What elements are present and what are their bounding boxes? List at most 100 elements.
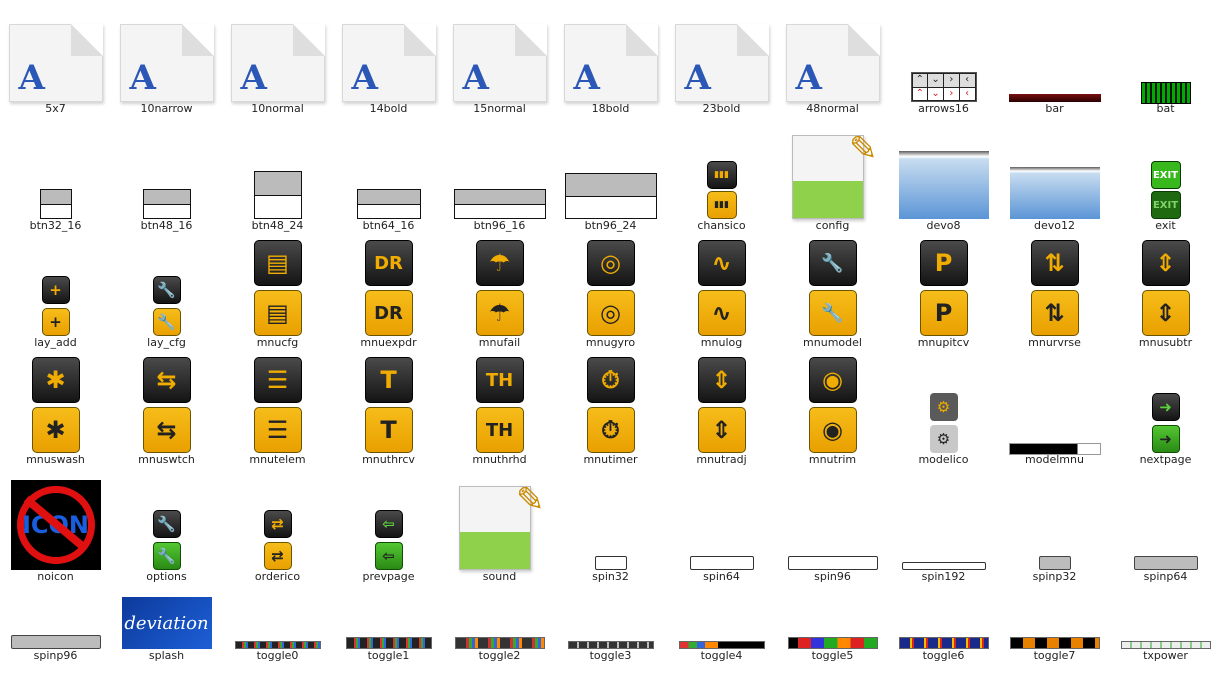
file-name-label: arrows16 <box>918 102 969 115</box>
mnuexpdr-icon: DR <box>374 302 403 324</box>
exit-icon: EXIT <box>1152 169 1179 181</box>
mnucfg-icon: ▤ <box>266 299 289 327</box>
file-name-label: orderico <box>254 570 301 583</box>
mnulog-icon: ∿ <box>711 299 732 327</box>
spin192-icon <box>901 562 986 570</box>
mnuthrhd-icon: TH <box>485 419 514 441</box>
nextpage-icon: ➜ <box>1159 398 1172 416</box>
mnutrim-icon: ◉ ◉ <box>808 357 857 453</box>
mnufail-icon: ☂ ☂ <box>475 240 524 336</box>
lay_add-icon: + <box>49 281 62 299</box>
lay_add-icon: + <box>49 313 62 331</box>
toggle4-icon <box>678 641 765 649</box>
spin96-icon <box>787 556 878 570</box>
file-name-label: toggle1 <box>367 649 410 662</box>
file-name-label: spin192 <box>921 570 966 583</box>
mnuswtch-icon: ⇆ <box>156 366 177 394</box>
file-name-label: lay_cfg <box>147 336 186 349</box>
spinp32-icon <box>1038 556 1071 570</box>
mnutradj-icon: ⇕ ⇕ <box>697 357 746 453</box>
file-name-label: 14bold <box>369 102 408 115</box>
notepad-icon: ✎ <box>516 480 545 520</box>
splash-logo: deviation <box>124 612 209 634</box>
options-icon: 🔧 <box>157 515 176 533</box>
arrow-icon: ‹ <box>959 87 975 100</box>
file-name-label: mnutrim <box>808 453 857 466</box>
modelico-icon: ⚙ ⚙ <box>929 393 958 453</box>
spin64-icon <box>689 556 754 570</box>
mnufail-icon: ☂ <box>488 299 511 327</box>
file-name-label: mnusubtr <box>1138 336 1193 349</box>
exit-icon: EXIT <box>1152 199 1179 211</box>
nextpage-icon: ➜ ➜ <box>1151 393 1180 453</box>
file-name-label: exit <box>1155 219 1176 232</box>
mnugyro-icon: ◎ ◎ <box>586 240 635 336</box>
mnuswtch-icon: ⇆ ⇆ <box>142 357 191 453</box>
file-name-label: 23bold <box>702 102 741 115</box>
file-name-label: mnulog <box>700 336 743 349</box>
mnugyro-icon: ◎ <box>600 299 621 327</box>
48normal-icon: A <box>785 24 880 102</box>
arrow-icon: ⌄ <box>928 87 943 100</box>
orderico-icon: ⇄ <box>271 515 284 533</box>
btn96_24-icon <box>564 173 657 219</box>
file-name-label: toggle2 <box>478 649 521 662</box>
arrow-icon: › <box>944 74 959 87</box>
noicon-icon: ICON <box>10 480 101 570</box>
prevpage-icon: ⇦ <box>382 515 395 533</box>
mnuthrhd-icon: TH TH <box>475 357 524 453</box>
mnulog-icon: ∿ <box>711 249 732 277</box>
file-name-label: spinp64 <box>1143 570 1188 583</box>
file-name-label: chansico <box>697 219 746 232</box>
file-name-label: lay_add <box>34 336 77 349</box>
file-name-label: btn48_24 <box>251 219 304 232</box>
devo8-icon <box>898 151 989 219</box>
toggle3-icon <box>567 641 654 649</box>
10normal-icon: A <box>230 24 325 102</box>
spinp96-icon <box>10 635 101 649</box>
font-letter-glyph: A <box>351 58 378 98</box>
bar-icon <box>1008 94 1101 102</box>
toggle1-icon <box>345 637 432 649</box>
prevpage-icon: ⇦ ⇦ <box>374 510 403 570</box>
file-name-label: mnuthrhd <box>472 453 527 466</box>
file-name-label: btn96_16 <box>473 219 526 232</box>
nextpage-icon: ➜ <box>1159 430 1172 448</box>
spinp64-icon <box>1133 556 1198 570</box>
file-name-label: options <box>146 570 187 583</box>
toggle7-icon <box>1009 637 1100 649</box>
mnutelem-icon: ☰ <box>266 366 289 394</box>
23bold-icon: A <box>674 24 769 102</box>
file-name-label: bar <box>1045 102 1064 115</box>
mnutelem-icon: ☰ <box>266 416 289 444</box>
modelico-icon: ⚙ <box>936 398 951 416</box>
options-icon: 🔧 🔧 <box>152 510 181 570</box>
mnuswtch-icon: ⇆ <box>156 416 177 444</box>
file-name-label: mnupitcv <box>917 336 970 349</box>
btn48_24-icon <box>253 171 302 219</box>
toggle0-icon <box>234 641 321 649</box>
mnulog-icon: ∿ ∿ <box>697 240 746 336</box>
toggle5-icon <box>787 637 878 649</box>
file-name-label: nextpage <box>1139 453 1192 466</box>
notepad-icon: ✎ <box>849 129 878 169</box>
file-name-label: config <box>815 219 850 232</box>
file-name-label: toggle3 <box>589 649 632 662</box>
font-letter-glyph: A <box>462 58 489 98</box>
mnutelem-icon: ☰ ☰ <box>253 357 302 453</box>
file-name-label: mnuswtch <box>138 453 195 466</box>
lay_cfg-icon: 🔧 <box>157 281 176 299</box>
font-letter-glyph: A <box>240 58 267 98</box>
mnuswash-icon: ✱ ✱ <box>31 357 80 453</box>
file-name-label: 5x7 <box>45 102 66 115</box>
exit-icon: EXIT EXIT <box>1150 161 1181 219</box>
file-name-label: modelico <box>918 453 969 466</box>
btn96_16-icon <box>453 189 546 219</box>
file-name-label: 10narrow <box>140 102 193 115</box>
file-name-label: btn48_16 <box>140 219 193 232</box>
arrow-icon: ‹ <box>959 74 975 87</box>
arrow-icon: › <box>944 87 959 100</box>
lay_cfg-icon: 🔧 <box>157 313 176 331</box>
font-letter-glyph: A <box>129 58 156 98</box>
orderico-icon: ⇄ ⇄ <box>263 510 292 570</box>
